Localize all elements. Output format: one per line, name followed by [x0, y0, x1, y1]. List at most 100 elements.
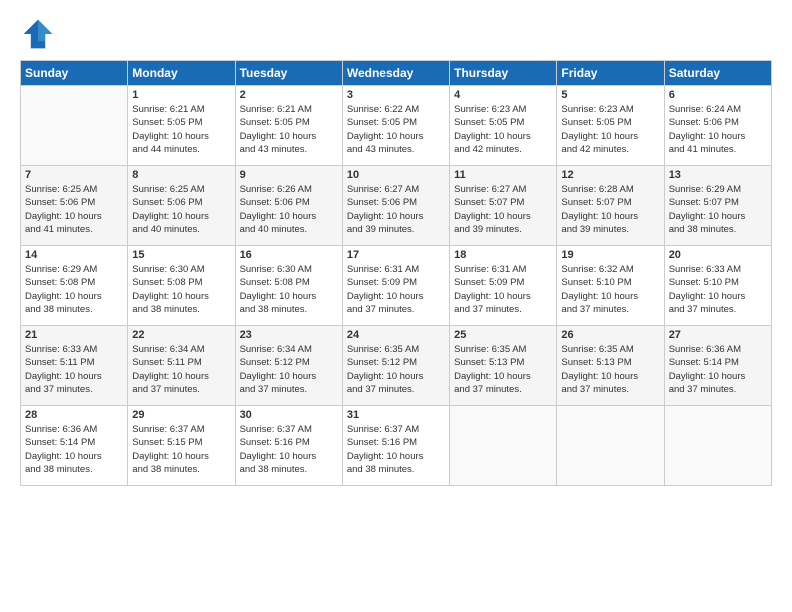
calendar-cell: 26Sunrise: 6:35 AM Sunset: 5:13 PM Dayli… [557, 326, 664, 406]
cell-content: Sunrise: 6:25 AM Sunset: 5:06 PM Dayligh… [25, 183, 123, 236]
calendar-table: SundayMondayTuesdayWednesdayThursdayFrid… [20, 60, 772, 486]
calendar-cell: 2 Sunrise: 6:21 AM Sunset: 5:05 PM Daylig… [235, 86, 342, 166]
cell-content: Sunrise: 6:27 AM Sunset: 5:06 PM Dayligh… [347, 183, 445, 236]
calendar-cell: 14 Sunrise: 6:29 AM Sunset: 5:08 PM Dayli… [21, 246, 128, 326]
cell-content: Sunrise: 6:34 AM Sunset: 5:11 PM Dayligh… [132, 343, 230, 396]
calendar-cell: 29 Sunrise: 6:37 AM Sunset: 5:15 PM Dayli… [128, 406, 235, 486]
calendar-cell: 9Sunrise: 6:26 AM Sunset: 5:06 PM Daylig… [235, 166, 342, 246]
day-number: 5 [561, 89, 659, 101]
day-number: 11 [454, 169, 552, 181]
calendar-cell [664, 406, 771, 486]
day-number: 31 [347, 409, 445, 421]
day-number: 19 [561, 249, 659, 261]
header [20, 16, 772, 52]
day-number: 29 [132, 409, 230, 421]
logo [20, 16, 60, 52]
day-number: 6 [669, 89, 767, 101]
calendar-cell: 3Sunrise: 6:22 AM Sunset: 5:05 PM Daylig… [342, 86, 449, 166]
day-number: 27 [669, 329, 767, 341]
day-number: 4 [454, 89, 552, 101]
calendar-cell: 20 Sunrise: 6:33 AM Sunset: 5:10 PM Dayli… [664, 246, 771, 326]
cell-content: Sunrise: 6:36 AM Sunset: 5:14 PM Dayligh… [669, 343, 767, 396]
calendar-week-row: 1 Sunrise: 6:21 AM Sunset: 5:05 PM Daylig… [21, 86, 772, 166]
calendar-cell: 7 Sunrise: 6:25 AM Sunset: 5:06 PM Daylig… [21, 166, 128, 246]
cell-content: Sunrise: 6:27 AM Sunset: 5:07 PM Dayligh… [454, 183, 552, 236]
calendar-cell: 6 Sunrise: 6:24 AM Sunset: 5:06 PM Daylig… [664, 86, 771, 166]
calendar-cell [21, 86, 128, 166]
calendar-cell [450, 406, 557, 486]
day-number: 22 [132, 329, 230, 341]
day-number: 16 [240, 249, 338, 261]
day-number: 2 [240, 89, 338, 101]
calendar-week-row: 21Sunrise: 6:33 AM Sunset: 5:11 PM Dayli… [21, 326, 772, 406]
calendar-cell: 23Sunrise: 6:34 AM Sunset: 5:12 PM Dayli… [235, 326, 342, 406]
day-number: 15 [132, 249, 230, 261]
cell-content: Sunrise: 6:33 AM Sunset: 5:10 PM Dayligh… [669, 263, 767, 316]
cell-content: Sunrise: 6:37 AM Sunset: 5:16 PM Dayligh… [347, 423, 445, 476]
cell-content: Sunrise: 6:23 AM Sunset: 5:05 PM Dayligh… [454, 103, 552, 156]
calendar-cell: 27 Sunrise: 6:36 AM Sunset: 5:14 PM Dayli… [664, 326, 771, 406]
cell-content: Sunrise: 6:24 AM Sunset: 5:06 PM Dayligh… [669, 103, 767, 156]
calendar-week-row: 14 Sunrise: 6:29 AM Sunset: 5:08 PM Dayli… [21, 246, 772, 326]
weekday-header: Friday [557, 61, 664, 86]
day-number: 13 [669, 169, 767, 181]
cell-content: Sunrise: 6:32 AM Sunset: 5:10 PM Dayligh… [561, 263, 659, 316]
weekday-header: Thursday [450, 61, 557, 86]
day-number: 28 [25, 409, 123, 421]
cell-content: Sunrise: 6:36 AM Sunset: 5:14 PM Dayligh… [25, 423, 123, 476]
calendar-cell: 25 Sunrise: 6:35 AM Sunset: 5:13 PM Dayli… [450, 326, 557, 406]
calendar-cell: 4 Sunrise: 6:23 AM Sunset: 5:05 PM Daylig… [450, 86, 557, 166]
cell-content: Sunrise: 6:22 AM Sunset: 5:05 PM Dayligh… [347, 103, 445, 156]
cell-content: Sunrise: 6:34 AM Sunset: 5:12 PM Dayligh… [240, 343, 338, 396]
cell-content: Sunrise: 6:29 AM Sunset: 5:07 PM Dayligh… [669, 183, 767, 236]
calendar-cell [557, 406, 664, 486]
day-number: 20 [669, 249, 767, 261]
cell-content: Sunrise: 6:21 AM Sunset: 5:05 PM Dayligh… [240, 103, 338, 156]
calendar-cell: 22 Sunrise: 6:34 AM Sunset: 5:11 PM Dayli… [128, 326, 235, 406]
day-number: 8 [132, 169, 230, 181]
calendar-cell: 16 Sunrise: 6:30 AM Sunset: 5:08 PM Dayli… [235, 246, 342, 326]
day-number: 30 [240, 409, 338, 421]
day-number: 14 [25, 249, 123, 261]
day-number: 21 [25, 329, 123, 341]
weekday-header: Saturday [664, 61, 771, 86]
calendar-cell: 5 Sunrise: 6:23 AM Sunset: 5:05 PM Daylig… [557, 86, 664, 166]
weekday-header: Sunday [21, 61, 128, 86]
cell-content: Sunrise: 6:31 AM Sunset: 5:09 PM Dayligh… [347, 263, 445, 316]
calendar-cell: 8Sunrise: 6:25 AM Sunset: 5:06 PM Daylig… [128, 166, 235, 246]
cell-content: Sunrise: 6:30 AM Sunset: 5:08 PM Dayligh… [240, 263, 338, 316]
cell-content: Sunrise: 6:30 AM Sunset: 5:08 PM Dayligh… [132, 263, 230, 316]
cell-content: Sunrise: 6:26 AM Sunset: 5:06 PM Dayligh… [240, 183, 338, 236]
day-number: 10 [347, 169, 445, 181]
day-number: 12 [561, 169, 659, 181]
calendar-cell: 30 Sunrise: 6:37 AM Sunset: 5:16 PM Dayli… [235, 406, 342, 486]
cell-content: Sunrise: 6:23 AM Sunset: 5:05 PM Dayligh… [561, 103, 659, 156]
cell-content: Sunrise: 6:35 AM Sunset: 5:12 PM Dayligh… [347, 343, 445, 396]
cell-content: Sunrise: 6:37 AM Sunset: 5:15 PM Dayligh… [132, 423, 230, 476]
logo-icon [20, 16, 56, 52]
calendar-cell: 21Sunrise: 6:33 AM Sunset: 5:11 PM Dayli… [21, 326, 128, 406]
calendar-week-row: 7 Sunrise: 6:25 AM Sunset: 5:06 PM Daylig… [21, 166, 772, 246]
cell-content: Sunrise: 6:21 AM Sunset: 5:05 PM Dayligh… [132, 103, 230, 156]
calendar-cell: 13 Sunrise: 6:29 AM Sunset: 5:07 PM Dayli… [664, 166, 771, 246]
calendar-cell: 1 Sunrise: 6:21 AM Sunset: 5:05 PM Daylig… [128, 86, 235, 166]
day-number: 7 [25, 169, 123, 181]
day-number: 18 [454, 249, 552, 261]
weekday-header: Monday [128, 61, 235, 86]
calendar-cell: 15 Sunrise: 6:30 AM Sunset: 5:08 PM Dayli… [128, 246, 235, 326]
calendar-week-row: 28 Sunrise: 6:36 AM Sunset: 5:14 PM Dayli… [21, 406, 772, 486]
cell-content: Sunrise: 6:37 AM Sunset: 5:16 PM Dayligh… [240, 423, 338, 476]
day-number: 17 [347, 249, 445, 261]
page-container: SundayMondayTuesdayWednesdayThursdayFrid… [0, 0, 792, 496]
day-number: 25 [454, 329, 552, 341]
cell-content: Sunrise: 6:35 AM Sunset: 5:13 PM Dayligh… [454, 343, 552, 396]
header-row: SundayMondayTuesdayWednesdayThursdayFrid… [21, 61, 772, 86]
day-number: 1 [132, 89, 230, 101]
cell-content: Sunrise: 6:31 AM Sunset: 5:09 PM Dayligh… [454, 263, 552, 316]
day-number: 26 [561, 329, 659, 341]
calendar-cell: 18 Sunrise: 6:31 AM Sunset: 5:09 PM Dayli… [450, 246, 557, 326]
calendar-cell: 24Sunrise: 6:35 AM Sunset: 5:12 PM Dayli… [342, 326, 449, 406]
calendar-cell: 28 Sunrise: 6:36 AM Sunset: 5:14 PM Dayli… [21, 406, 128, 486]
cell-content: Sunrise: 6:29 AM Sunset: 5:08 PM Dayligh… [25, 263, 123, 316]
weekday-header: Wednesday [342, 61, 449, 86]
